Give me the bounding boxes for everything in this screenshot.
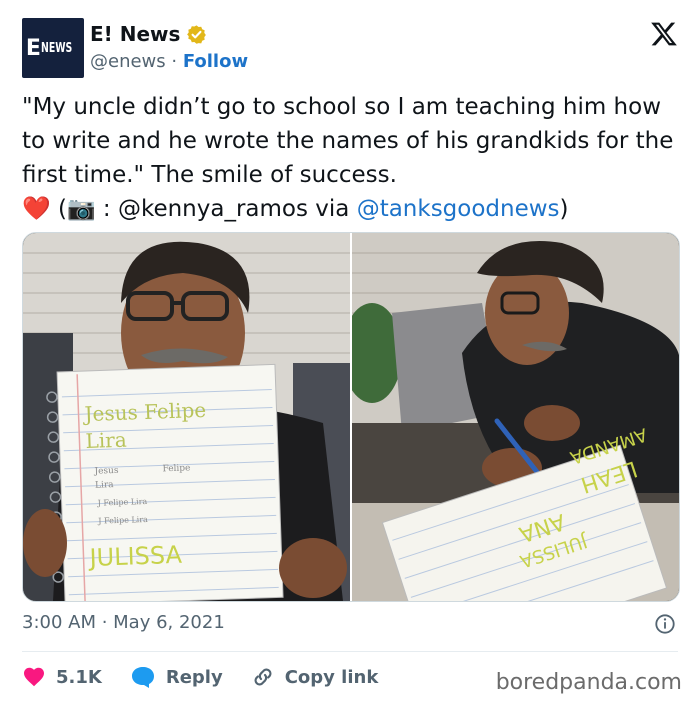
notebook-line-6: J Felipe Lira bbox=[97, 515, 148, 526]
credit-link[interactable]: @tanksgoodnews bbox=[357, 196, 560, 222]
link-icon bbox=[254, 668, 272, 686]
notebook-line-7: JULISSA bbox=[87, 541, 183, 572]
actions-divider bbox=[22, 651, 678, 652]
photo-left-illustration: Jesus Felipe Lira Jesus Felipe Lira J Fe… bbox=[23, 233, 350, 601]
notebook-line-1: Jesus Felipe bbox=[82, 398, 206, 426]
account-handle[interactable]: @enews bbox=[90, 51, 166, 72]
handle-separator: · bbox=[165, 51, 183, 72]
credit-middle: : @kennya_ramos via bbox=[95, 196, 357, 222]
boredpanda-watermark: boredpanda.com bbox=[495, 670, 682, 695]
account-display-name[interactable]: E! News bbox=[90, 21, 207, 47]
heart-icon bbox=[24, 667, 44, 687]
photo-right-illustration: JULISSA ANA LEAH AMANDA bbox=[352, 233, 679, 601]
tweet-timestamp[interactable]: 3:00 AM · May 6, 2021 bbox=[22, 612, 225, 633]
photo-right[interactable]: JULISSA ANA LEAH AMANDA bbox=[350, 233, 679, 601]
notebook-line-5: J Felipe Lira bbox=[97, 497, 148, 508]
logo-text: NEWS bbox=[40, 40, 73, 56]
reply-label: Reply bbox=[165, 666, 223, 688]
tweet-text: "My uncle didn’t go to school so I am te… bbox=[22, 90, 682, 226]
enews-logo[interactable]: E NEWS bbox=[22, 18, 84, 78]
notebook-line-2: Lira bbox=[85, 428, 127, 453]
tweet-header: E NEWS E! News @enews · Follow bbox=[22, 18, 682, 80]
tweet-media[interactable]: Jesus Felipe Lira Jesus Felipe Lira J Fe… bbox=[22, 232, 680, 602]
copy-link-button[interactable]: Copy link bbox=[251, 665, 379, 689]
tweet-body: "My uncle didn’t go to school so I am te… bbox=[22, 94, 674, 188]
verified-badge-icon bbox=[187, 24, 207, 44]
x-logo-icon[interactable] bbox=[650, 20, 678, 48]
notebook-line-3a: Jesus bbox=[93, 466, 119, 477]
heart-emoji-icon: ❤️ bbox=[22, 196, 51, 222]
photo-left[interactable]: Jesus Felipe Lira Jesus Felipe Lira J Fe… bbox=[23, 233, 350, 601]
tweet-actions: 5.1K Reply Copy link bbox=[22, 662, 406, 692]
camera-emoji-icon: 📷 bbox=[66, 196, 96, 222]
reply-button[interactable]: Reply bbox=[130, 665, 223, 689]
logo-letter: E bbox=[25, 35, 41, 61]
notebook-line-4: Lira bbox=[95, 480, 114, 491]
notebook-line-3b: Felipe bbox=[162, 463, 190, 474]
handle-line: @enews · Follow bbox=[90, 49, 248, 75]
credit-close-paren: ) bbox=[559, 196, 569, 222]
credit-open-paren: ( bbox=[50, 196, 67, 222]
display-name-text: E! News bbox=[90, 22, 181, 46]
like-button[interactable]: 5.1K bbox=[22, 665, 102, 689]
info-icon[interactable] bbox=[654, 613, 676, 635]
copy-link-label: Copy link bbox=[284, 666, 379, 688]
account-info: E! News @enews · Follow bbox=[90, 21, 248, 75]
follow-button[interactable]: Follow bbox=[183, 51, 248, 72]
like-count: 5.1K bbox=[56, 666, 102, 688]
reply-bubble-icon bbox=[131, 667, 154, 688]
